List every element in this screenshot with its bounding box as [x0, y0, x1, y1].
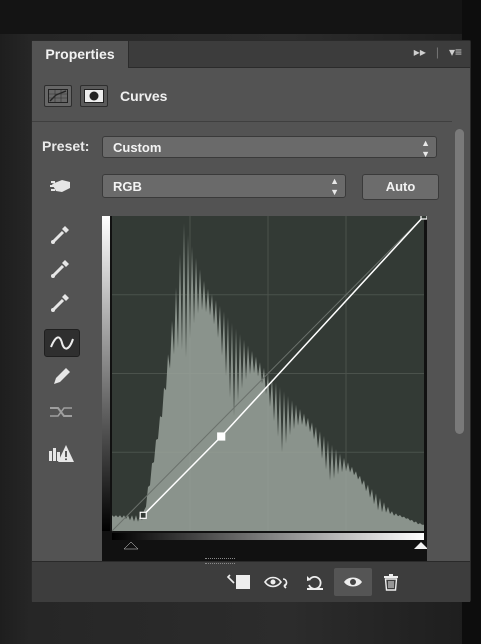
- separator-icon: |: [435, 45, 439, 59]
- curves-adjustment-icon[interactable]: [44, 85, 72, 107]
- clip-to-layer-icon[interactable]: [220, 568, 258, 596]
- panel-resize-grip[interactable]: [205, 558, 235, 564]
- channel-select[interactable]: RGB ▲ ▼: [102, 174, 346, 198]
- clipping-warning-icon[interactable]: [44, 441, 78, 467]
- curves-chart[interactable]: [102, 212, 428, 561]
- header-divider: [32, 121, 452, 122]
- toggle-visibility-icon[interactable]: [334, 568, 372, 596]
- preset-value: Custom: [113, 140, 162, 155]
- titlebar-controls: ▸▸ | ▾≡: [414, 45, 462, 59]
- channel-value: RGB: [113, 179, 142, 194]
- preset-select[interactable]: Custom ▲ ▼: [102, 136, 437, 159]
- select-arrows-icon: ▲ ▼: [330, 176, 339, 197]
- collapse-icon[interactable]: ▸▸: [414, 45, 426, 59]
- curve-control-point[interactable]: [420, 212, 428, 220]
- tab-properties[interactable]: Properties: [32, 41, 129, 68]
- black-point-eyedropper-icon[interactable]: [44, 221, 78, 247]
- panel-scrollbar[interactable]: [455, 129, 464, 434]
- curve-edit-points-icon[interactable]: [44, 329, 80, 357]
- view-previous-state-icon[interactable]: [258, 568, 296, 596]
- top-edge: [0, 0, 481, 34]
- curves-graph[interactable]: [102, 212, 428, 561]
- output-gradient-bar: [102, 216, 110, 531]
- curve-control-point[interactable]: [139, 511, 147, 519]
- preset-label: Preset:: [42, 138, 90, 154]
- white-point-eyedropper-icon[interactable]: [44, 289, 78, 315]
- properties-panel: Properties ▸▸ | ▾≡ Curves Preset: Custom…: [31, 40, 471, 602]
- auto-button[interactable]: Auto: [362, 174, 439, 200]
- smooth-curve-icon: [44, 399, 78, 425]
- layer-mask-icon[interactable]: [80, 85, 108, 107]
- panel-bottom-bar: [32, 561, 470, 602]
- adjustment-title: Curves: [120, 88, 168, 104]
- delete-icon[interactable]: [372, 568, 410, 596]
- input-gradient-bar: [112, 533, 424, 540]
- panel-menu-icon[interactable]: ▾≡: [449, 45, 462, 59]
- panel-titlebar: Properties ▸▸ | ▾≡: [32, 41, 470, 68]
- gray-point-eyedropper-icon[interactable]: [44, 255, 78, 281]
- pencil-draw-icon[interactable]: [44, 364, 78, 390]
- reset-icon[interactable]: [296, 568, 334, 596]
- on-image-adjust-icon[interactable]: [44, 173, 78, 199]
- adjustment-header: Curves: [44, 81, 167, 111]
- select-arrows-icon: ▲ ▼: [421, 138, 430, 159]
- curve-control-point[interactable]: [217, 432, 226, 441]
